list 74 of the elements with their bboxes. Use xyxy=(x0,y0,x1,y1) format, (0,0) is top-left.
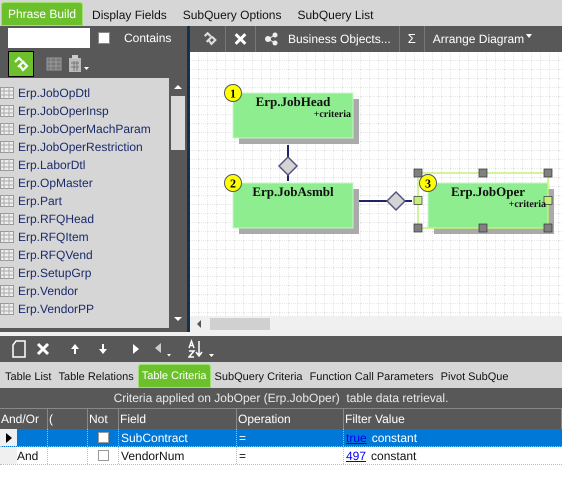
table-list-item[interactable]: Erp.RFQVend xyxy=(0,246,169,264)
checkbox[interactable] xyxy=(98,432,108,443)
table-icon xyxy=(0,159,14,171)
criteria-note: +criteria xyxy=(508,199,546,210)
table-row[interactable]: And VendorNum = 497 constant xyxy=(0,447,562,465)
relationship-connector[interactable] xyxy=(278,144,298,182)
table-icon xyxy=(0,249,14,261)
table-row[interactable]: SubContract = true constant xyxy=(0,429,562,447)
table-cell: = xyxy=(237,447,344,464)
scrollbar-thumb[interactable] xyxy=(171,96,185,150)
selection-outline[interactable] xyxy=(414,168,552,232)
link-button[interactable] xyxy=(8,51,34,77)
tab[interactable]: Table Relations xyxy=(55,366,137,388)
table-list-item[interactable]: Erp.Vendor xyxy=(0,282,169,300)
search-field[interactable] xyxy=(8,28,90,48)
nodes-icon xyxy=(264,32,280,46)
table-list-item[interactable]: Erp.VendorPP xyxy=(0,300,169,318)
table-list-item[interactable]: Erp.Part xyxy=(0,192,169,210)
number-badge: 2 xyxy=(224,174,242,192)
table-list-item[interactable]: Erp.JobOperRestriction xyxy=(0,138,169,156)
tab[interactable]: Table List xyxy=(2,366,54,388)
tab[interactable]: SubQuery Options xyxy=(176,4,288,26)
value-link[interactable]: 497 xyxy=(346,446,366,464)
tab[interactable]: SubQuery Criteria xyxy=(212,366,306,388)
checkbox-label: Contains xyxy=(124,30,172,47)
checkbox[interactable] xyxy=(98,450,108,461)
tab[interactable]: SubQuery List xyxy=(290,4,381,26)
table-list-item[interactable]: Erp.JobOperMachParam xyxy=(0,120,169,138)
table-cell: SubContract xyxy=(119,429,237,446)
table-icon xyxy=(0,141,14,153)
calculator-dropdown-icon[interactable] xyxy=(68,55,90,73)
table-cell: VendorNum xyxy=(119,447,237,464)
table-list-item[interactable]: Erp.JobOperInsp xyxy=(0,102,169,120)
tab[interactable]: Function Call Parameters xyxy=(306,366,437,388)
link-icon xyxy=(12,55,30,73)
node-title: Erp.JobAsmbl xyxy=(252,184,334,199)
table-list-item[interactable]: Erp.RFQHead xyxy=(0,210,169,228)
table-icon xyxy=(0,195,14,207)
value-type-text: constant xyxy=(372,430,418,446)
arrow-down-icon[interactable] xyxy=(96,342,110,356)
table-icon xyxy=(0,303,14,315)
criteria-caption: Criteria applied on JobOper (Erp.JobOper) table data retrieval. xyxy=(114,390,448,407)
value-type-text: constant xyxy=(371,448,416,464)
arrange-diagram-button[interactable]: Arrange Diagram xyxy=(424,26,540,52)
arrow-up-icon[interactable] xyxy=(68,342,82,356)
table-icon xyxy=(0,213,14,225)
table-icon xyxy=(0,231,14,243)
table-icon xyxy=(0,123,14,135)
table-cell-text: And xyxy=(17,448,38,464)
sort-az-icon[interactable] xyxy=(188,339,216,359)
checkbox[interactable] xyxy=(98,32,110,44)
node-title: Erp.JobOper xyxy=(450,184,526,199)
table-list-item[interactable]: Erp.LaborDtl xyxy=(0,156,169,174)
table-list-item[interactable]: Erp.SetupGrp xyxy=(0,264,169,282)
tab[interactable]: Pivot SubQue xyxy=(438,366,512,388)
table-icon xyxy=(0,285,14,297)
table-grid-icon[interactable] xyxy=(46,57,62,71)
node-title: Erp.JobHead xyxy=(256,94,330,109)
number-badge: 3 xyxy=(419,174,437,192)
table-icon xyxy=(0,105,14,117)
table-list-item[interactable]: Erp.JobOpDtl xyxy=(0,84,169,102)
number-badge: 1 xyxy=(224,84,242,102)
table-list-item[interactable]: Erp.RFQItem xyxy=(0,228,169,246)
table-list-item[interactable]: Erp.OpMaster xyxy=(0,174,169,192)
criteria-note: +criteria xyxy=(314,109,351,120)
tab[interactable]: Display Fields xyxy=(85,4,174,26)
table-icon xyxy=(0,267,14,279)
table-icon xyxy=(0,87,14,99)
new-page-icon[interactable] xyxy=(12,340,26,358)
caret-icon xyxy=(526,34,532,38)
row-pointer-icon[interactable] xyxy=(4,432,12,442)
table-cell: = xyxy=(237,429,344,446)
table-icon xyxy=(0,177,14,189)
scrollbar-thumb[interactable] xyxy=(210,318,270,330)
